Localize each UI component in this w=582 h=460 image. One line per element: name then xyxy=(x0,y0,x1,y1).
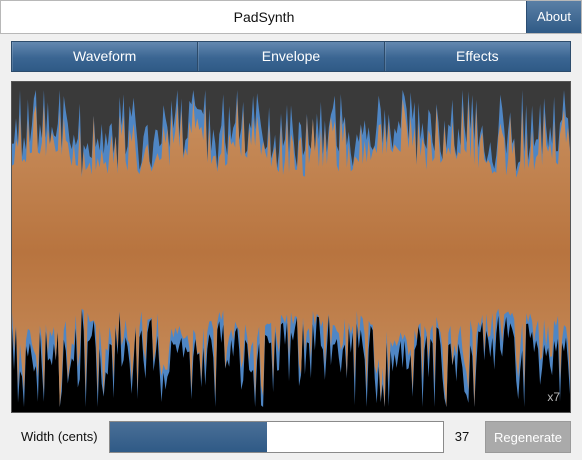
tab-bar: Waveform Envelope Effects xyxy=(11,41,571,72)
waveform-display: x7 xyxy=(11,81,571,413)
waveform-plot xyxy=(12,82,570,412)
tab-envelope[interactable]: Envelope xyxy=(198,42,385,71)
tab-effects[interactable]: Effects xyxy=(385,42,570,71)
width-slider-fill xyxy=(110,422,267,452)
app-title: PadSynth xyxy=(233,9,295,25)
regenerate-button[interactable]: Regenerate xyxy=(485,421,571,453)
width-label: Width (cents) xyxy=(21,429,98,444)
width-slider[interactable] xyxy=(109,421,444,453)
zoom-level-label: x7 xyxy=(547,390,560,404)
width-value: 37 xyxy=(454,429,470,444)
width-control-row: Width (cents) 37 Regenerate xyxy=(0,419,582,455)
tab-waveform[interactable]: Waveform xyxy=(12,42,199,71)
about-button[interactable]: About xyxy=(526,1,581,33)
title-bar: PadSynth About xyxy=(0,0,582,34)
